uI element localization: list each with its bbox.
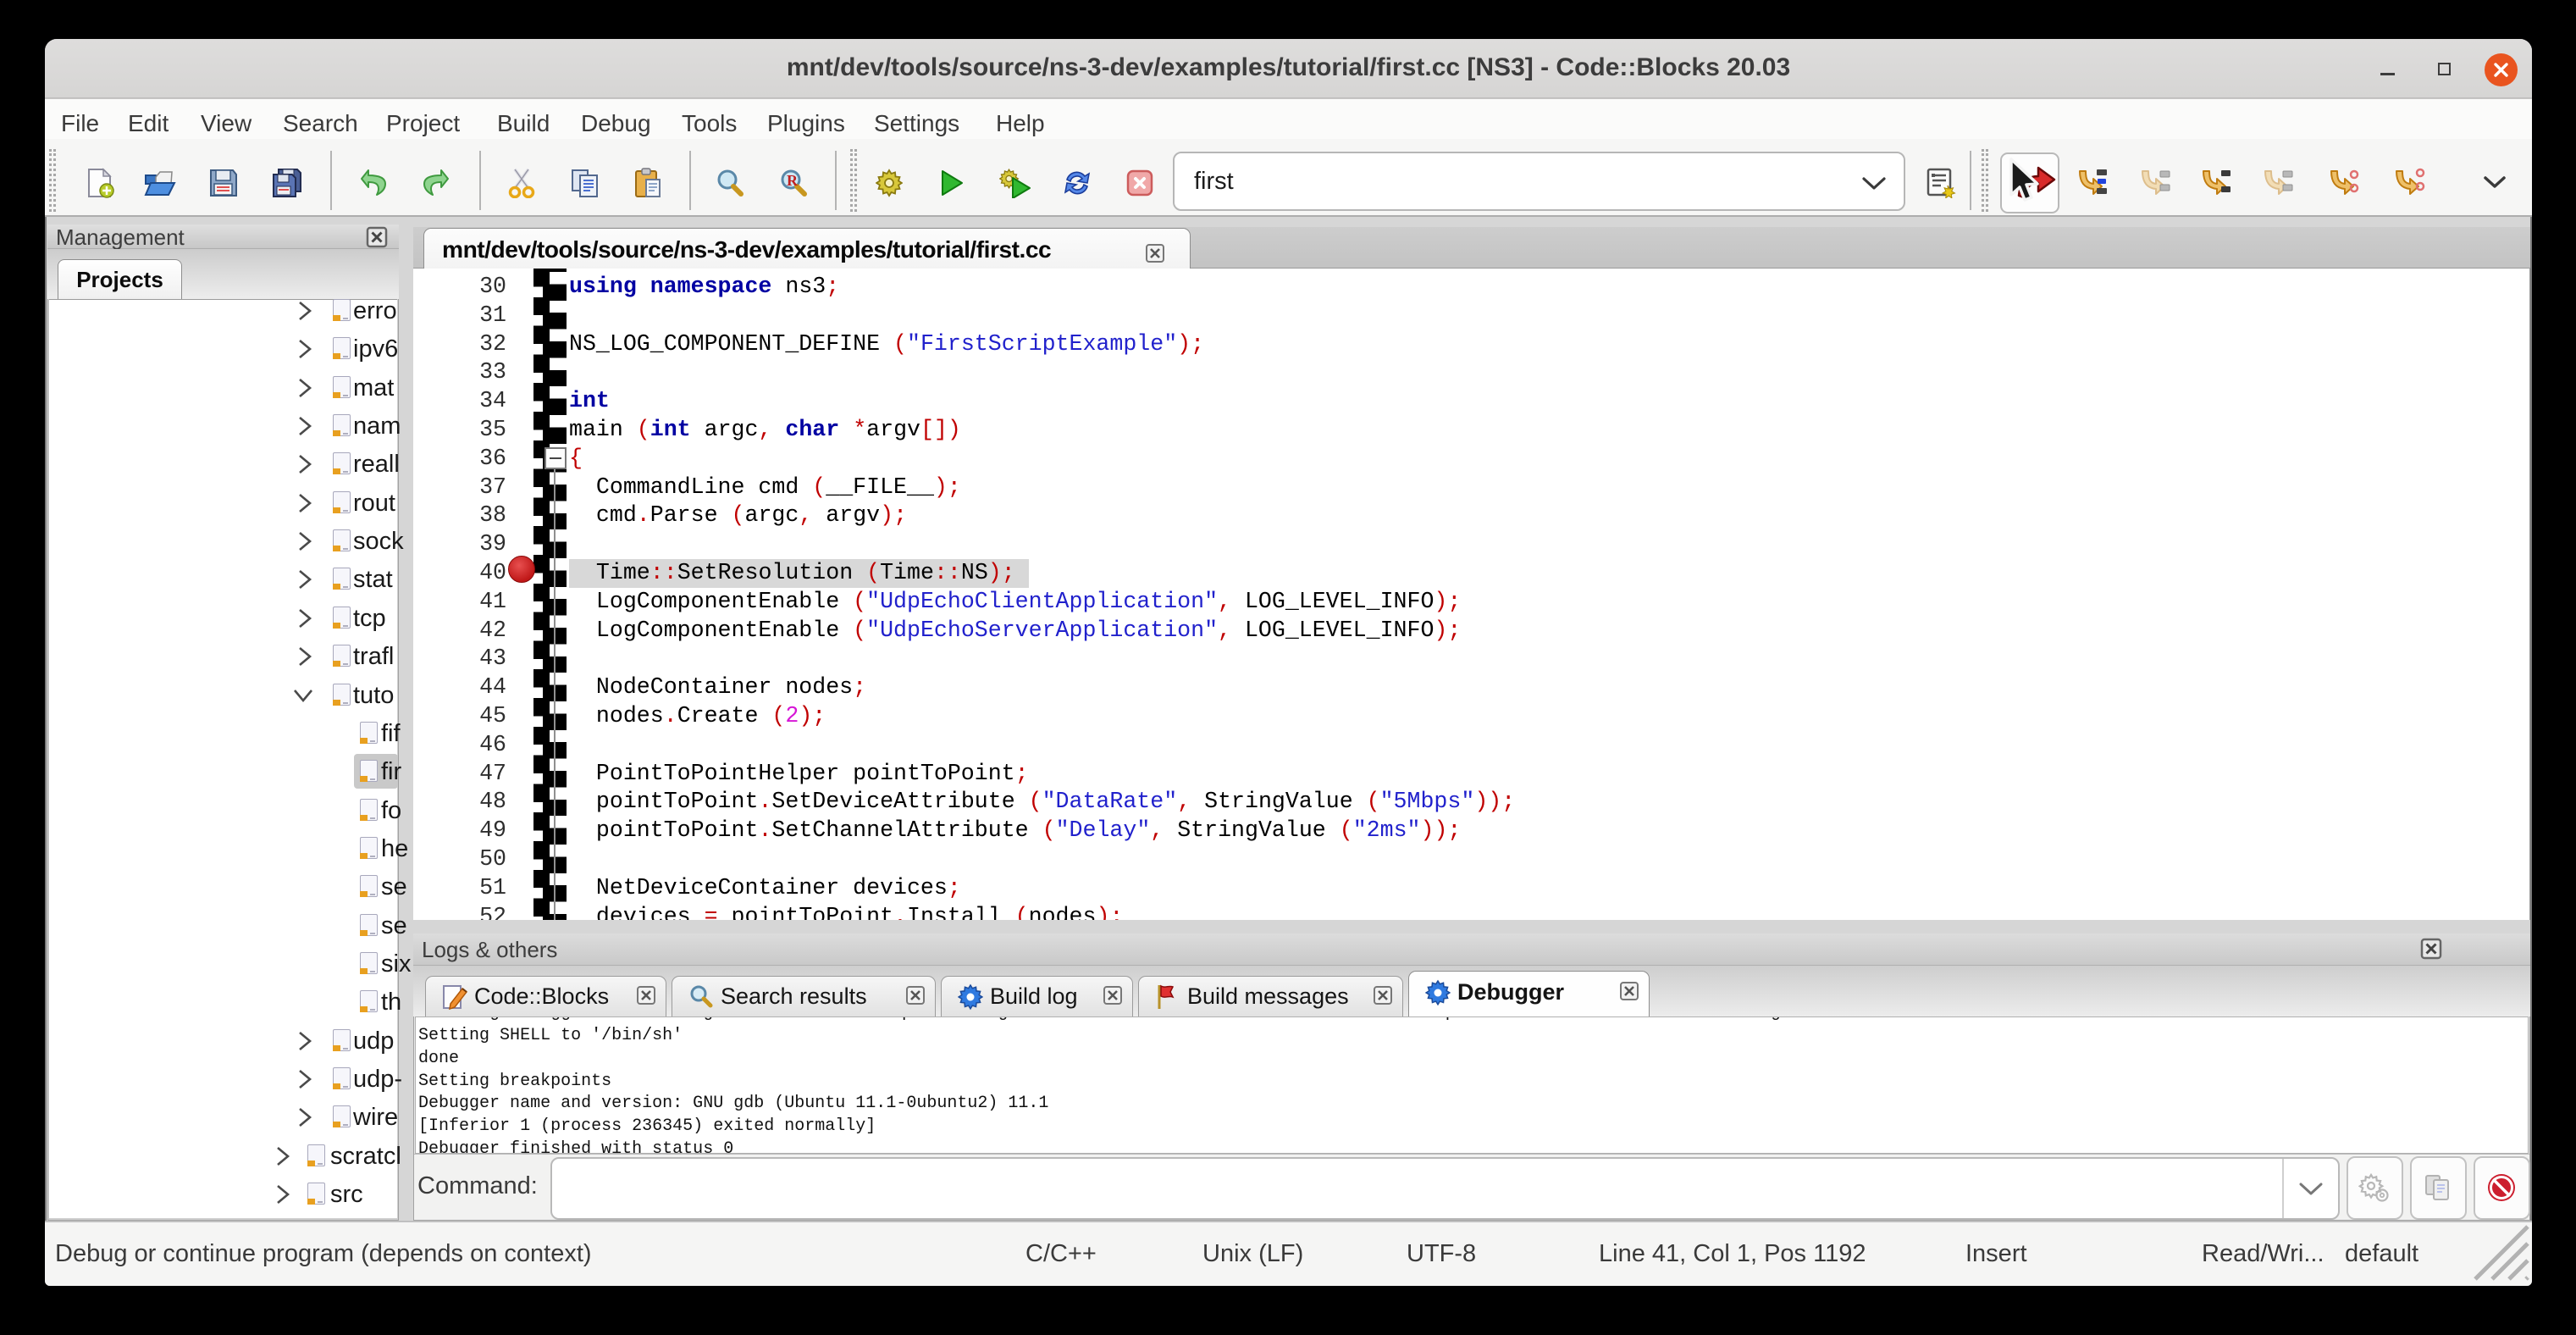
- svg-text:R: R: [787, 172, 799, 189]
